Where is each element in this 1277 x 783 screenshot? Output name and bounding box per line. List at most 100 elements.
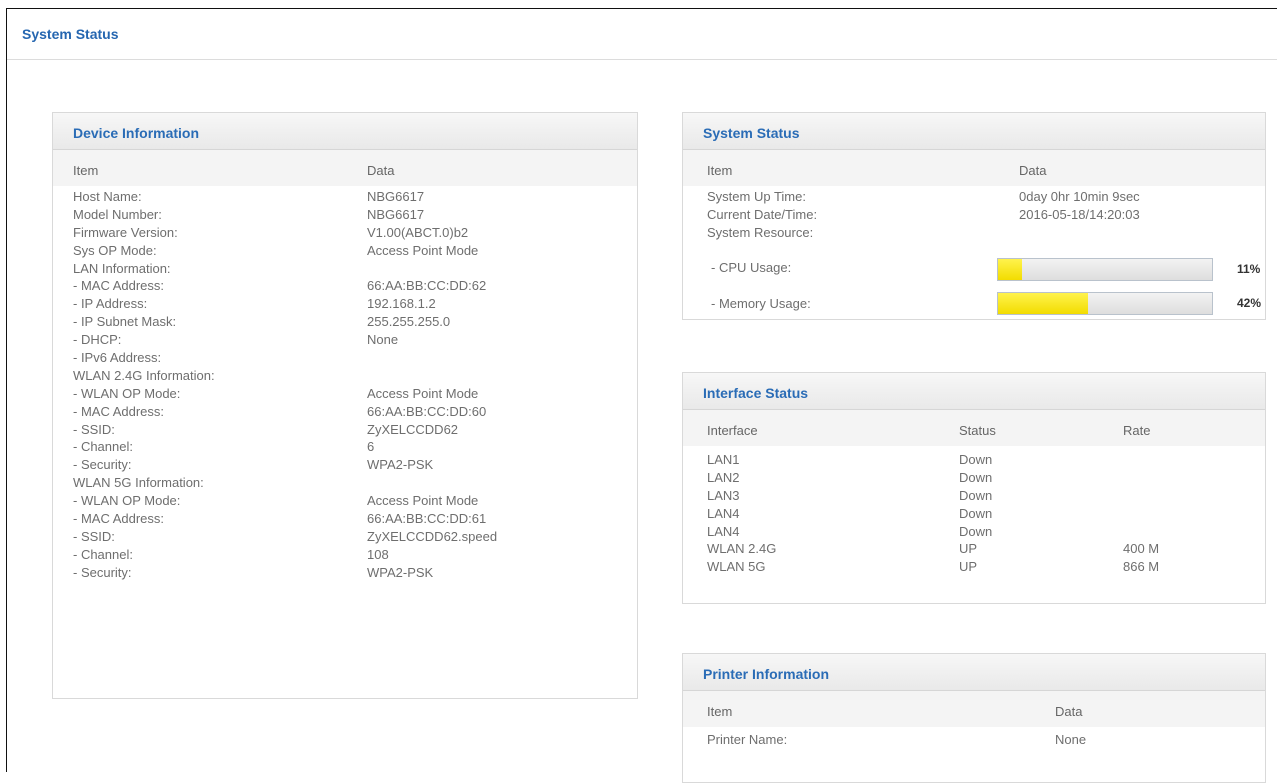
system-status-rows: System Up Time: 0day 0hr 10min 9sec Curr… <box>683 186 1265 242</box>
table-row: LAN1 Down <box>683 451 1265 469</box>
device-information-title: Device Information <box>73 125 200 141</box>
table-row: - IP Subnet Mask: 255.255.255.0 <box>53 313 637 331</box>
table-row: System Resource: <box>683 224 1265 242</box>
column-item: Item <box>707 704 733 719</box>
up-time-label: System Up Time: <box>707 189 806 204</box>
row-item: - DHCP: <box>73 332 122 348</box>
row-item: WLAN 2.4G Information: <box>73 367 215 383</box>
table-row: Host Name: NBG6617 <box>53 188 637 206</box>
memory-usage-fill <box>998 293 1088 314</box>
table-row: - Channel: 6 <box>53 438 637 456</box>
row-item: Host Name: <box>73 189 142 204</box>
row-item: - IP Subnet Mask: <box>73 314 177 330</box>
row-data: NBG6617 <box>367 206 425 222</box>
row-data: ZyXELCCDD62 <box>367 421 459 437</box>
row-item: - SSID: <box>73 528 115 544</box>
printer-information-title: Printer Information <box>703 666 830 682</box>
table-row: - MAC Address: 66:AA:BB:CC:DD:62 <box>53 277 637 295</box>
table-row: - IP Address: 192.168.1.2 <box>53 295 637 313</box>
cpu-usage-bar <box>997 258 1213 281</box>
interface-status-title: Interface Status <box>703 385 809 401</box>
row-data: 192.168.1.2 <box>367 296 436 312</box>
row-status: UP <box>959 559 978 575</box>
row-data: 66:AA:BB:CC:DD:61 <box>367 511 487 527</box>
row-data: None <box>367 332 399 348</box>
row-interface: LAN1 <box>707 452 740 467</box>
table-row: Current Date/Time: 2016-05-18/14:20:03 <box>683 206 1265 224</box>
table-row: - Security: WPA2-PSK <box>53 456 637 474</box>
interface-status-rows: LAN1 Down LAN2 Down LAN3 Down LAN4 Down LAN4 Down… <box>683 446 1265 576</box>
row-data: Access Point Mode <box>367 385 479 401</box>
table-row: System Up Time: 0day 0hr 10min 9sec <box>683 188 1265 206</box>
table-row: LAN Information: <box>53 260 637 278</box>
row-status: Down <box>959 487 993 503</box>
interface-status-header: Interface Status <box>683 373 1265 410</box>
system-status-header: System Status <box>683 113 1265 150</box>
printer-information-rows: Printer Name: None <box>683 727 1265 749</box>
memory-usage-label: - Memory Usage: <box>711 296 811 311</box>
system-status-panel: System Status Item Data System Up Time: … <box>682 112 1266 320</box>
table-row: - WLAN OP Mode: Access Point Mode <box>53 385 637 403</box>
row-data: ZyXELCCDD62.speed <box>367 528 498 544</box>
row-item: - IPv6 Address: <box>73 350 162 366</box>
device-information-panel: Device Information Item Data Host Name: N… <box>52 112 638 699</box>
row-rate: 400 M <box>1123 541 1160 557</box>
table-row: LAN4 Down <box>683 523 1265 541</box>
table-row: - IPv6 Address: <box>53 349 637 367</box>
table-row: WLAN 2.4G Information: <box>53 367 637 385</box>
row-data: V1.00(ABCT.0)b2 <box>367 224 469 240</box>
row-data: Access Point Mode <box>367 493 479 509</box>
row-data: 108 <box>367 546 389 562</box>
table-row: Sys OP Mode: Access Point Mode <box>53 242 637 260</box>
row-interface: LAN4 <box>707 523 740 539</box>
column-item: Item <box>73 163 99 178</box>
table-row: Firmware Version: V1.00(ABCT.0)b2 <box>53 224 637 242</box>
row-interface: LAN2 <box>707 469 740 485</box>
table-row: WLAN 5G UP 866 M <box>683 558 1265 576</box>
memory-usage-percent: 42% <box>1237 296 1262 310</box>
row-data: Access Point Mode <box>367 242 479 258</box>
interface-status-column-header: Interface Status Rate <box>683 410 1265 446</box>
column-data: Data <box>1055 704 1083 719</box>
cpu-usage-percent: 11% <box>1237 262 1261 276</box>
row-interface: WLAN 2.4G <box>707 541 777 557</box>
column-interface: Interface <box>707 423 758 438</box>
row-item: Firmware Version: <box>73 224 178 240</box>
printer-name-value: None <box>1055 732 1087 747</box>
column-status: Status <box>959 423 996 438</box>
date-time-value: 2016-05-18/14:20:03 <box>1019 206 1140 222</box>
cpu-usage-label: - CPU Usage: <box>711 260 792 275</box>
row-item: - Channel: <box>73 546 133 562</box>
device-information-rows: Host Name: NBG6617 Model Number: NBG6617 Fir… <box>53 186 637 582</box>
device-information-column-header: Item Data <box>53 150 637 186</box>
row-item: - IP Address: <box>73 296 148 312</box>
system-status-column-header: Item Data <box>683 150 1265 186</box>
table-row: - SSID: ZyXELCCDD62 <box>53 421 637 439</box>
row-item: - Security: <box>73 564 132 580</box>
row-item: - MAC Address: <box>73 278 165 294</box>
printer-name-label: Printer Name: <box>707 732 788 747</box>
table-row: - Channel: 108 <box>53 546 637 564</box>
table-row: LAN2 Down <box>683 469 1265 487</box>
table-row: WLAN 2.4G UP 400 M <box>683 540 1265 558</box>
row-item: - WLAN OP Mode: <box>73 385 181 401</box>
cpu-usage-fill <box>998 259 1022 280</box>
title-divider <box>7 59 1277 60</box>
row-item: - Channel: <box>73 439 133 455</box>
column-data: Data <box>367 163 395 178</box>
row-data: 255.255.255.0 <box>367 314 451 330</box>
table-row: - SSID: ZyXELCCDD62.speed <box>53 528 637 546</box>
row-interface: WLAN 5G <box>707 559 766 575</box>
row-status: Down <box>959 469 993 485</box>
table-row: Model Number: NBG6617 <box>53 206 637 224</box>
column-data: Data <box>1019 163 1047 178</box>
table-row: - MAC Address: 66:AA:BB:CC:DD:61 <box>53 510 637 528</box>
row-item: WLAN 5G Information: <box>73 475 204 491</box>
table-row: - DHCP: None <box>53 331 637 349</box>
column-item: Item <box>707 163 733 178</box>
row-interface: LAN3 <box>707 487 740 503</box>
device-information-header: Device Information <box>53 113 637 150</box>
table-row: LAN3 Down <box>683 487 1265 505</box>
table-row: - Security: WPA2-PSK <box>53 564 637 582</box>
row-item: - WLAN OP Mode: <box>73 493 181 509</box>
